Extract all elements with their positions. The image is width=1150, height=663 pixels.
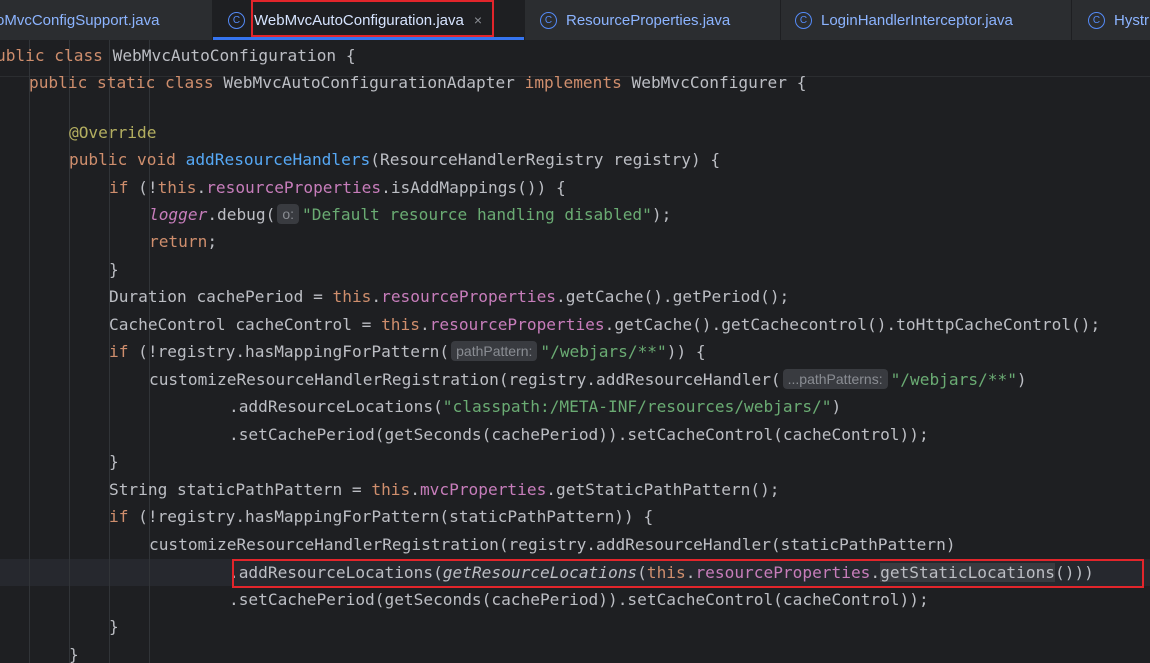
code-line: return;	[149, 232, 218, 251]
code-line: ublic class WebMvcAutoConfiguration {	[0, 46, 356, 65]
editor-tab-bar: oMvcConfigSupport.java C WebMvcAutoConfi…	[0, 0, 1150, 41]
parameter-hint: ...pathPatterns:	[782, 369, 888, 389]
tab-hystrix[interactable]: C Hystr	[1072, 0, 1150, 40]
code-line: .setCachePeriod(getSeconds(cachePeriod))…	[229, 425, 929, 444]
tab-highlight-box	[251, 0, 494, 37]
code-line: if (!registry.hasMappingForPattern(pathP…	[109, 341, 706, 361]
code-highlight-box	[232, 559, 1144, 588]
code-editor[interactable]: ublic class WebMvcAutoConfiguration { pu…	[0, 40, 1150, 663]
class-icon: C	[540, 11, 557, 29]
code-line: .setCachePeriod(getSeconds(cachePeriod))…	[229, 590, 929, 609]
indent-guide	[29, 40, 30, 663]
code-line: @Override	[69, 123, 157, 142]
class-icon: C	[795, 11, 812, 29]
parameter-hint: o:	[277, 204, 300, 224]
code-line: CacheControl cacheControl = this.resourc…	[109, 315, 1101, 334]
code-line: if (!registry.hasMappingForPattern(stati…	[109, 507, 654, 526]
code-line: }	[109, 452, 119, 471]
code-line: }	[69, 645, 79, 663]
code-line: }	[109, 260, 119, 279]
tab-label: Hystr	[1114, 11, 1149, 29]
class-icon: C	[1088, 11, 1105, 29]
tab-label: ResourceProperties.java	[566, 11, 731, 29]
tab-loginhandlerinterceptor[interactable]: C LoginHandlerInterceptor.java	[781, 0, 1071, 40]
tab-webmvcconfigurationsupport[interactable]: oMvcConfigSupport.java	[0, 0, 206, 40]
code-line: customizeResourceHandlerRegistration(reg…	[149, 369, 1027, 389]
tab-label: oMvcConfigSupport.java	[0, 11, 160, 29]
code-line: String staticPathPattern = this.mvcPrope…	[109, 480, 780, 499]
code-line: customizeResourceHandlerRegistration(reg…	[149, 535, 956, 554]
class-icon: C	[228, 11, 245, 29]
code-line: .addResourceLocations("classpath:/META-I…	[229, 397, 842, 416]
code-line: if (!this.resourceProperties.isAddMappin…	[109, 178, 566, 197]
code-line: public void addResourceHandlers(Resource…	[69, 150, 721, 169]
tab-resourceproperties[interactable]: C ResourceProperties.java	[525, 0, 780, 40]
parameter-hint: pathPattern:	[451, 341, 538, 361]
code-line: public static class WebMvcAutoConfigurat…	[29, 73, 807, 92]
tab-label: LoginHandlerInterceptor.java	[821, 11, 1013, 29]
code-line: logger.debug(o: "Default resource handlin…	[149, 204, 672, 224]
code-line: }	[109, 617, 119, 636]
code-line: Duration cachePeriod = this.resourceProp…	[109, 287, 790, 306]
